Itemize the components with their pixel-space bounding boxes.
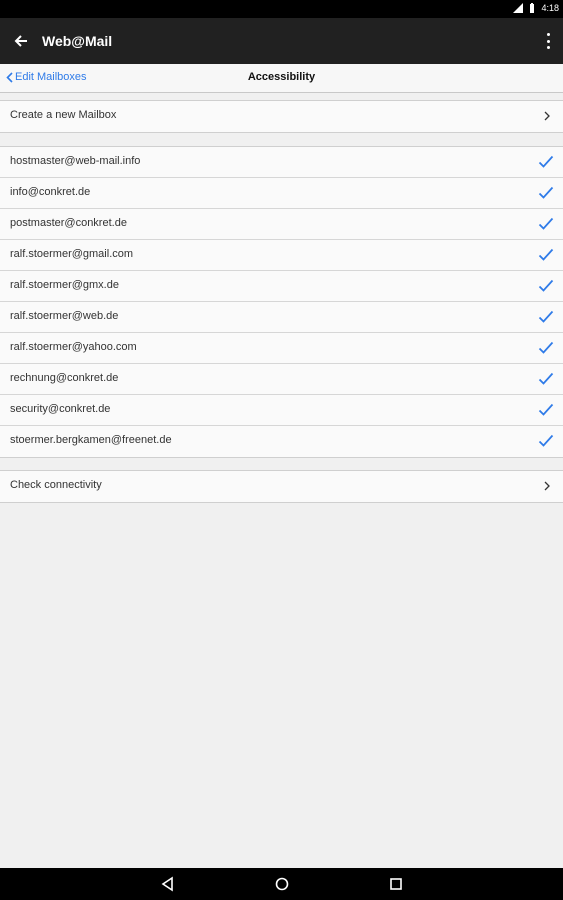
- mailbox-address: ralf.stoermer@web.de: [10, 310, 119, 322]
- mailbox-address: rechnung@conkret.de: [10, 372, 119, 384]
- status-icons: 4:18: [513, 3, 559, 13]
- checkmark-icon: [538, 186, 554, 199]
- mailbox-row[interactable]: hostmaster@web-mail.info: [0, 147, 563, 178]
- status-time: 4:18: [541, 3, 559, 13]
- checkmark-icon: [538, 434, 554, 447]
- nav-back-icon[interactable]: [160, 876, 176, 892]
- mailbox-row[interactable]: ralf.stoermer@web.de: [0, 302, 563, 333]
- overflow-menu-button[interactable]: [541, 30, 555, 52]
- battery-icon: [530, 3, 535, 13]
- create-mailbox-row[interactable]: Create a new Mailbox: [0, 101, 563, 132]
- dot-icon: [546, 33, 550, 36]
- app-bar: Web@Mail: [0, 18, 563, 64]
- checkmark-icon: [538, 403, 554, 416]
- mailbox-row[interactable]: info@conkret.de: [0, 178, 563, 209]
- chevron-right-icon: [544, 111, 550, 121]
- mailbox-address: ralf.stoermer@gmail.com: [10, 248, 134, 260]
- checkmark-icon: [538, 279, 554, 292]
- mailbox-address: ralf.stoermer@yahoo.com: [10, 341, 137, 353]
- mailbox-address: info@conkret.de: [10, 186, 91, 198]
- check-connectivity-row[interactable]: Check connectivity: [0, 471, 563, 502]
- checkmark-icon: [538, 341, 554, 354]
- mailbox-row[interactable]: ralf.stoermer@yahoo.com: [0, 333, 563, 364]
- app-title: Web@Mail: [42, 33, 113, 49]
- dot-icon: [546, 39, 550, 43]
- arrow-left-icon: [14, 35, 27, 47]
- mailbox-row[interactable]: security@conkret.de: [0, 395, 563, 426]
- dot-icon: [546, 46, 550, 49]
- check-connectivity-label: Check connectivity: [10, 479, 102, 491]
- back-button[interactable]: [2, 18, 40, 64]
- create-mailbox-label: Create a new Mailbox: [10, 109, 117, 121]
- create-section: Create a new Mailbox: [0, 100, 563, 133]
- mailbox-row[interactable]: ralf.stoermer@gmail.com: [0, 240, 563, 271]
- mailbox-row[interactable]: rechnung@conkret.de: [0, 364, 563, 395]
- mailbox-address: security@conkret.de: [10, 403, 111, 415]
- navigation-bar: Edit Mailboxes Accessibility: [0, 64, 563, 93]
- chevron-right-icon: [544, 481, 550, 491]
- checkmark-icon: [538, 155, 554, 168]
- mailbox-address: stoermer.bergkamen@freenet.de: [10, 434, 172, 446]
- mailbox-address: ralf.stoermer@gmx.de: [10, 279, 119, 291]
- checkmark-icon: [538, 217, 554, 230]
- status-bar: 4:18: [0, 0, 563, 18]
- mailbox-row[interactable]: stoermer.bergkamen@freenet.de: [0, 426, 563, 457]
- page-title: Accessibility: [247, 71, 316, 83]
- nav-recents-icon[interactable]: [388, 876, 404, 892]
- checkmark-icon: [538, 372, 554, 385]
- signal-icon: [513, 3, 524, 13]
- system-navigation-bar: [0, 868, 563, 900]
- mailbox-list: hostmaster@web-mail.info info@conkret.de…: [0, 146, 563, 458]
- checkmark-icon: [538, 248, 554, 261]
- mailbox-address: postmaster@conkret.de: [10, 217, 127, 229]
- mailbox-row[interactable]: postmaster@conkret.de: [0, 209, 563, 240]
- connectivity-section: Check connectivity: [0, 470, 563, 503]
- mailbox-row[interactable]: ralf.stoermer@gmx.de: [0, 271, 563, 302]
- mailbox-address: hostmaster@web-mail.info: [10, 155, 141, 167]
- checkmark-icon: [538, 310, 554, 323]
- nav-home-icon[interactable]: [274, 876, 290, 892]
